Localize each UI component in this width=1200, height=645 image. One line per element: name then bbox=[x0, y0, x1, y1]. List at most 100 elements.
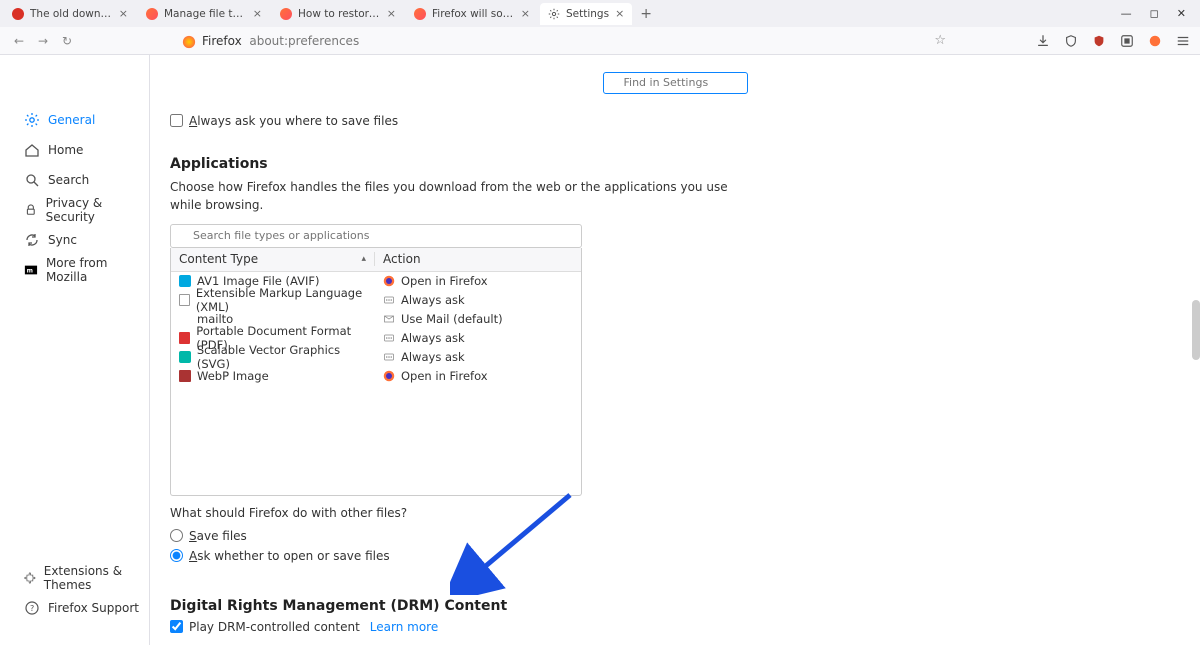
learn-more-link[interactable]: Learn more bbox=[370, 620, 438, 634]
tab-settings[interactable]: Settings × bbox=[540, 3, 632, 25]
close-window-icon[interactable]: ✕ bbox=[1177, 7, 1186, 20]
sidebar-item-sync[interactable]: Sync bbox=[24, 225, 139, 255]
tab-0[interactable]: The old download behaviour o × bbox=[4, 3, 136, 25]
drm-section: Digital Rights Management (DRM) Content … bbox=[170, 598, 730, 634]
close-icon[interactable]: × bbox=[119, 7, 128, 20]
maximize-icon[interactable]: ◻ bbox=[1150, 7, 1159, 20]
table-row[interactable]: Extensible Markup Language (XML)Always a… bbox=[171, 291, 581, 310]
url-bar[interactable]: Firefox about:preferences bbox=[182, 34, 359, 48]
radio-save[interactable] bbox=[170, 529, 183, 542]
table-row[interactable]: Scalable Vector Graphics (SVG)Always ask bbox=[171, 348, 581, 367]
sidebar-item-more[interactable]: m More from Mozilla bbox=[24, 255, 139, 285]
radio-label: Save files bbox=[189, 529, 247, 543]
action-label: Always ask bbox=[401, 331, 465, 345]
downloads-icon[interactable] bbox=[1036, 34, 1050, 48]
puzzle-icon bbox=[24, 570, 36, 586]
sidebar-item-search[interactable]: Search bbox=[24, 165, 139, 195]
always-ask-checkbox[interactable] bbox=[170, 114, 183, 127]
home-icon bbox=[24, 142, 40, 158]
checkbox-label: Always ask you where to save files bbox=[189, 114, 398, 128]
tab-3[interactable]: Firefox will soon download files × bbox=[406, 3, 538, 25]
other-files-question: What should Firefox do with other files? bbox=[170, 506, 730, 520]
ublock-icon[interactable] bbox=[1092, 34, 1106, 48]
sidebar-item-label: Sync bbox=[48, 233, 77, 247]
main: General Home Search Privacy & Security S… bbox=[0, 55, 1200, 645]
sidebar-item-general[interactable]: General bbox=[24, 105, 139, 135]
question-icon: ? bbox=[24, 600, 40, 616]
action-label: Open in Firefox bbox=[401, 274, 488, 288]
favicon-icon bbox=[414, 8, 426, 20]
app-search-input[interactable] bbox=[170, 224, 582, 248]
scrollbar[interactable] bbox=[1192, 300, 1200, 360]
always-ask-checkbox-row[interactable]: Always ask you where to save files bbox=[170, 114, 730, 128]
window-controls: — ◻ ✕ bbox=[1121, 7, 1200, 20]
close-icon[interactable]: × bbox=[521, 7, 530, 20]
close-icon[interactable]: × bbox=[253, 7, 262, 20]
applications-heading: Applications bbox=[170, 156, 730, 172]
tab-strip: The old download behaviour o × Manage fi… bbox=[0, 0, 1200, 27]
new-tab-button[interactable]: + bbox=[640, 6, 652, 22]
minimize-icon[interactable]: — bbox=[1121, 7, 1132, 20]
tab-title: Firefox will soon download files bbox=[432, 8, 515, 20]
th-content-type[interactable]: Content Type ▴ bbox=[171, 252, 375, 266]
favicon-icon bbox=[12, 8, 24, 20]
container-icon[interactable] bbox=[1120, 34, 1134, 48]
toolbar-actions bbox=[1036, 34, 1190, 48]
tab-1[interactable]: Manage file types and downloa × bbox=[138, 3, 270, 25]
search-icon bbox=[24, 172, 40, 188]
content-type-label: WebP Image bbox=[197, 369, 269, 383]
tab-title: Settings bbox=[566, 8, 609, 20]
sort-caret-icon: ▴ bbox=[361, 254, 366, 264]
forward-button[interactable]: → bbox=[34, 34, 52, 48]
account-icon[interactable] bbox=[1148, 34, 1162, 48]
drm-heading: Digital Rights Management (DRM) Content bbox=[170, 598, 730, 614]
tab-title: How to restore Firefox's classic bbox=[298, 8, 381, 20]
applications-description: Choose how Firefox handles the files you… bbox=[170, 178, 730, 214]
radio-ask[interactable] bbox=[170, 549, 183, 562]
applications-table: Content Type ▴ Action AV1 Image File (AV… bbox=[170, 248, 582, 496]
sidebar: General Home Search Privacy & Security S… bbox=[0, 55, 150, 645]
sidebar-item-label: Extensions & Themes bbox=[44, 564, 139, 592]
sync-icon bbox=[24, 232, 40, 248]
action-label: Always ask bbox=[401, 293, 465, 307]
radio-label: Ask whether to open or save files bbox=[189, 549, 390, 563]
drm-checkbox[interactable] bbox=[170, 620, 183, 633]
lock-icon bbox=[24, 202, 38, 218]
drm-checkbox-row[interactable]: Play DRM-controlled content Learn more bbox=[170, 620, 730, 634]
close-icon[interactable]: × bbox=[615, 7, 624, 20]
action-label: Use Mail (default) bbox=[401, 312, 503, 326]
content-type-label: Extensible Markup Language (XML) bbox=[196, 286, 375, 314]
gear-icon bbox=[548, 8, 560, 20]
content-type-label: Scalable Vector Graphics (SVG) bbox=[197, 343, 375, 371]
tab-2[interactable]: How to restore Firefox's classic × bbox=[272, 3, 404, 25]
bookmark-icon[interactable]: ☆ bbox=[934, 33, 946, 48]
svg-text:?: ? bbox=[30, 604, 34, 613]
menu-icon[interactable] bbox=[1176, 34, 1190, 48]
table-row[interactable]: WebP Image Open in Firefox bbox=[171, 367, 581, 386]
radio-save-files[interactable]: Save files bbox=[170, 526, 730, 546]
content-area: Always ask you where to save files Appli… bbox=[150, 55, 1200, 645]
action-label: Always ask bbox=[401, 350, 465, 364]
sidebar-item-label: Search bbox=[48, 173, 89, 187]
shield-icon[interactable] bbox=[1064, 34, 1078, 48]
th-action[interactable]: Action bbox=[375, 252, 581, 266]
sidebar-item-label: More from Mozilla bbox=[46, 256, 139, 284]
action-label: Open in Firefox bbox=[401, 369, 488, 383]
back-button[interactable]: ← bbox=[10, 34, 28, 48]
sidebar-extensions[interactable]: Extensions & Themes bbox=[24, 563, 139, 593]
sidebar-bottom: Extensions & Themes ? Firefox Support bbox=[24, 563, 139, 623]
sidebar-item-label: Firefox Support bbox=[48, 601, 139, 615]
firefox-icon bbox=[182, 34, 196, 48]
table-header: Content Type ▴ Action bbox=[171, 248, 581, 272]
reload-button[interactable]: ↻ bbox=[58, 34, 76, 48]
sidebar-item-privacy[interactable]: Privacy & Security bbox=[24, 195, 139, 225]
favicon-icon bbox=[146, 8, 158, 20]
find-settings-input[interactable] bbox=[603, 72, 748, 94]
sidebar-support[interactable]: ? Firefox Support bbox=[24, 593, 139, 623]
sidebar-item-label: Privacy & Security bbox=[46, 196, 139, 224]
sidebar-item-label: General bbox=[48, 113, 95, 127]
close-icon[interactable]: × bbox=[387, 7, 396, 20]
mozilla-icon: m bbox=[24, 262, 38, 278]
sidebar-item-home[interactable]: Home bbox=[24, 135, 139, 165]
radio-ask-files[interactable]: Ask whether to open or save files bbox=[170, 546, 730, 566]
